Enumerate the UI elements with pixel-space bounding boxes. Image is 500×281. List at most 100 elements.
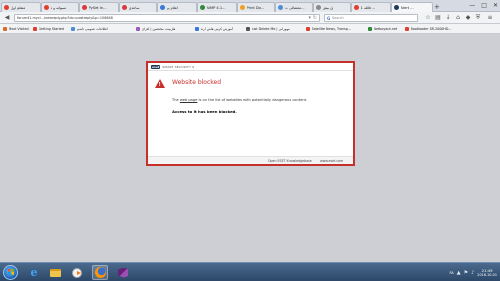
bookmark-item[interactable]: Satellite News, Transp... bbox=[306, 25, 351, 33]
tab-label: اعلام پر bbox=[166, 5, 179, 10]
bookmark-favicon-icon bbox=[246, 27, 250, 31]
internet-explorer-icon: e bbox=[30, 265, 38, 279]
windows-logo-icon bbox=[8, 269, 14, 275]
eset-logo: eset bbox=[151, 64, 161, 69]
message-suffix: is on the list of websites with potentia… bbox=[197, 98, 308, 102]
menu-icon[interactable]: ≡ bbox=[486, 14, 494, 22]
minimize-button[interactable]: — bbox=[469, 0, 475, 11]
tab-label: ساعدی bbox=[128, 5, 140, 10]
browser-tab[interactable]: AIMP 4.1... bbox=[197, 2, 237, 12]
tab-label: فائله 1 ... bbox=[360, 5, 376, 10]
bookmark-item[interactable]: هاربینت مختصین | افزای bbox=[136, 25, 175, 33]
bookmark-favicon-icon bbox=[195, 27, 199, 31]
tab-label: Alert ... bbox=[400, 5, 414, 10]
addon-icon[interactable]: ◆ bbox=[464, 14, 472, 22]
star-icon[interactable]: ☆ bbox=[424, 14, 432, 22]
shield-icon[interactable]: ⛨ bbox=[474, 14, 482, 22]
folder-icon bbox=[49, 268, 61, 277]
start-button[interactable] bbox=[3, 265, 18, 280]
taskbar-app-media[interactable] bbox=[69, 265, 85, 280]
search-placeholder: Search bbox=[332, 16, 344, 20]
alert-title: Website blocked bbox=[172, 79, 222, 86]
language-indicator[interactable]: FA bbox=[450, 271, 454, 275]
bookmark-item[interactable]: Netboyaut.net bbox=[368, 25, 397, 33]
tab-favicon-icon bbox=[354, 5, 359, 10]
download-icon[interactable]: ↓ bbox=[444, 14, 452, 22]
tray-expand-icon[interactable]: ▲ bbox=[457, 270, 461, 276]
tab-strip: متعلم اول نسوانه و د PySet In... ساعدی اعلام… bbox=[0, 0, 500, 12]
tab-favicon-icon bbox=[4, 5, 9, 10]
bookmark-item[interactable]: آموزش کرش هاش ارند bbox=[195, 25, 233, 33]
home-icon[interactable]: ⌂ bbox=[454, 14, 462, 22]
bookmark-item[interactable]: Just Delete Me | مهورانی bbox=[246, 25, 290, 33]
tab-favicon-icon bbox=[316, 5, 321, 10]
url-text: forum41.mycl.../newreply.php?do=postrepl… bbox=[17, 16, 113, 20]
taskbar-app-firefox[interactable] bbox=[92, 265, 108, 280]
tab-favicon-icon bbox=[394, 5, 399, 10]
tab-favicon-icon bbox=[160, 5, 165, 10]
browser-tab[interactable]: Alert ... bbox=[391, 2, 433, 12]
bookmark-label: Satellite News, Transp... bbox=[311, 27, 352, 31]
maximize-button[interactable]: □ bbox=[481, 0, 487, 11]
browser-tab[interactable]: PySet In... bbox=[79, 2, 119, 12]
web-page-link[interactable]: web page bbox=[180, 98, 198, 102]
tab-favicon-icon bbox=[122, 5, 127, 10]
alert-message: The web page is on the list of websites … bbox=[172, 98, 307, 102]
bookmark-favicon-icon bbox=[306, 27, 310, 31]
taskbar-app-vs[interactable] bbox=[115, 265, 131, 280]
volume-icon[interactable]: ♪ bbox=[471, 270, 474, 276]
bookmark-item[interactable]: Bootloader SR-2000HD... bbox=[405, 25, 452, 33]
bookmarks-bar: Most Visited Getting Started اطلاعات عمومی… bbox=[0, 24, 500, 34]
bookmark-item[interactable]: Getting Started bbox=[33, 25, 64, 33]
blocked-notice: Access to it has been blocked. bbox=[172, 109, 237, 114]
bookmark-label: اطلاعات عمومی تاشیر bbox=[76, 27, 108, 31]
tab-label: Print Do... bbox=[246, 5, 265, 10]
browser-tab[interactable]: اعلام پر bbox=[157, 2, 197, 12]
taskbar-app-ie[interactable]: e bbox=[26, 265, 42, 280]
navigation-bar: ◀ forum41.mycl.../newreply.php?do=postre… bbox=[0, 12, 500, 24]
alert-header: eset SMART SECURITY 9 bbox=[148, 63, 353, 71]
browser-tab[interactable]: ساعدی bbox=[119, 2, 157, 12]
clock[interactable]: 21:49 2016-10-01 bbox=[477, 268, 497, 277]
url-bar[interactable]: forum41.mycl.../newreply.php?do=postrepl… bbox=[14, 14, 320, 22]
window-controls: — □ ✕ bbox=[469, 0, 498, 11]
browser-tab[interactable]: Print Do... bbox=[237, 2, 275, 12]
tab-favicon-icon bbox=[44, 5, 49, 10]
search-engine-icon[interactable]: G bbox=[327, 16, 330, 21]
tab-favicon-icon bbox=[82, 5, 87, 10]
action-center-icon[interactable]: ⚑ bbox=[464, 270, 468, 276]
bookmark-label: هاربینت مختصین | افزای bbox=[141, 27, 176, 31]
browser-tab[interactable]: فائله 1 ... bbox=[351, 2, 391, 12]
bookmark-item[interactable]: Most Visited bbox=[3, 25, 29, 33]
browser-tab[interactable]: متعلم اول bbox=[1, 2, 41, 12]
search-input[interactable]: G Search bbox=[324, 14, 418, 22]
browser-tab[interactable]: معتمالی ت... bbox=[275, 2, 313, 12]
tab-label: معتمالی ت... bbox=[284, 5, 305, 10]
bookmark-label: Just Delete Me | مهورانی bbox=[251, 27, 290, 31]
bookmark-item[interactable]: اطلاعات عمومی تاشیر bbox=[71, 25, 108, 33]
eset-site-link[interactable]: www.eset.com bbox=[320, 159, 343, 163]
new-tab-button[interactable]: + bbox=[434, 3, 440, 11]
message-prefix: The bbox=[172, 98, 180, 102]
bookmark-label: Bootloader SR-2000HD... bbox=[410, 27, 452, 31]
taskbar-app-folder[interactable] bbox=[47, 265, 63, 280]
knowledgebase-link[interactable]: Open ESET Knowledgebase bbox=[268, 159, 312, 163]
dropdown-icon[interactable]: ▾ bbox=[308, 15, 311, 22]
reload-icon[interactable]: ↻ bbox=[313, 15, 317, 22]
taskbar: e FA ▲ ⚑ ♪ 21:49 2016-10-01 bbox=[0, 262, 500, 281]
tab-label: AIMP 4.1... bbox=[206, 5, 226, 10]
bookmark-favicon-icon bbox=[3, 27, 7, 31]
product-name: SMART SECURITY 9 bbox=[162, 64, 195, 69]
reading-list-icon[interactable]: ▤ bbox=[434, 14, 442, 22]
back-icon[interactable]: ◀ bbox=[3, 14, 11, 22]
alert-footer: Open ESET Knowledgebase www.eset.com bbox=[148, 156, 353, 164]
tab-favicon-icon bbox=[278, 5, 283, 10]
browser-tab[interactable]: نسوانه و د bbox=[41, 2, 79, 12]
browser-tab[interactable]: ق بیش bbox=[313, 2, 351, 12]
close-button[interactable]: ✕ bbox=[493, 0, 498, 11]
tab-label: ق بیش bbox=[322, 5, 334, 10]
bookmark-favicon-icon bbox=[33, 27, 37, 31]
eset-alert-card: eset SMART SECURITY 9 ! Website blocked … bbox=[146, 61, 355, 166]
media-player-icon bbox=[72, 267, 82, 278]
warning-mark: ! bbox=[158, 81, 161, 88]
